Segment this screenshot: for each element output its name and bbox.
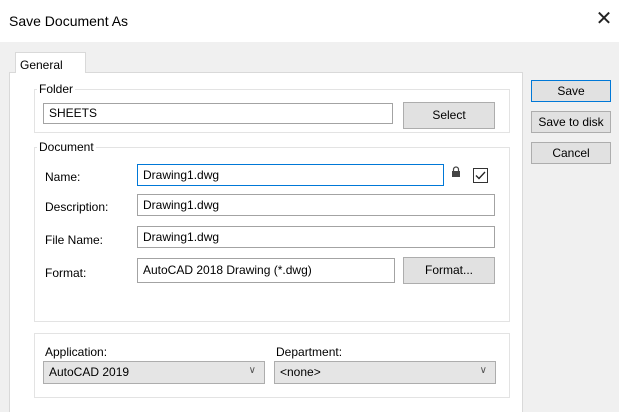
filename-input[interactable]: Drawing1.dwg — [137, 226, 495, 248]
description-input[interactable]: Drawing1.dwg — [137, 194, 495, 216]
cancel-button[interactable]: Cancel — [531, 142, 611, 164]
department-select[interactable]: <none> ∨ — [274, 361, 496, 384]
folder-group-label: Folder — [37, 82, 76, 96]
format-input: AutoCAD 2018 Drawing (*.dwg) — [137, 258, 395, 283]
department-label: Department: — [276, 345, 343, 359]
chevron-down-icon: ∨ — [248, 365, 256, 376]
format-label: Format: — [45, 266, 87, 280]
name-label: Name: — [45, 170, 81, 184]
tab-general[interactable]: General — [15, 52, 86, 73]
window-title: Save Document As — [9, 13, 129, 29]
department-select-value: <none> — [280, 365, 321, 379]
select-folder-button[interactable]: Select — [403, 102, 495, 129]
lock-icon — [451, 166, 461, 178]
description-label: Description: — [45, 200, 109, 214]
application-select-value: AutoCAD 2019 — [49, 365, 130, 379]
application-label: Application: — [45, 345, 108, 359]
application-select[interactable]: AutoCAD 2019 ∨ — [43, 361, 265, 384]
format-button[interactable]: Format... — [403, 257, 495, 284]
chevron-down-icon: ∨ — [479, 365, 487, 376]
save-button[interactable]: Save — [531, 80, 611, 102]
name-checkbox[interactable] — [473, 168, 488, 183]
close-icon[interactable]: ✕ — [594, 9, 614, 29]
document-group-label: Document — [37, 140, 96, 154]
folder-field[interactable]: SHEETS — [43, 103, 393, 124]
name-input[interactable]: Drawing1.dwg — [137, 164, 444, 186]
checkmark-icon — [475, 171, 486, 180]
save-to-disk-button[interactable]: Save to disk — [531, 111, 611, 133]
filename-label: File Name: — [45, 233, 104, 247]
